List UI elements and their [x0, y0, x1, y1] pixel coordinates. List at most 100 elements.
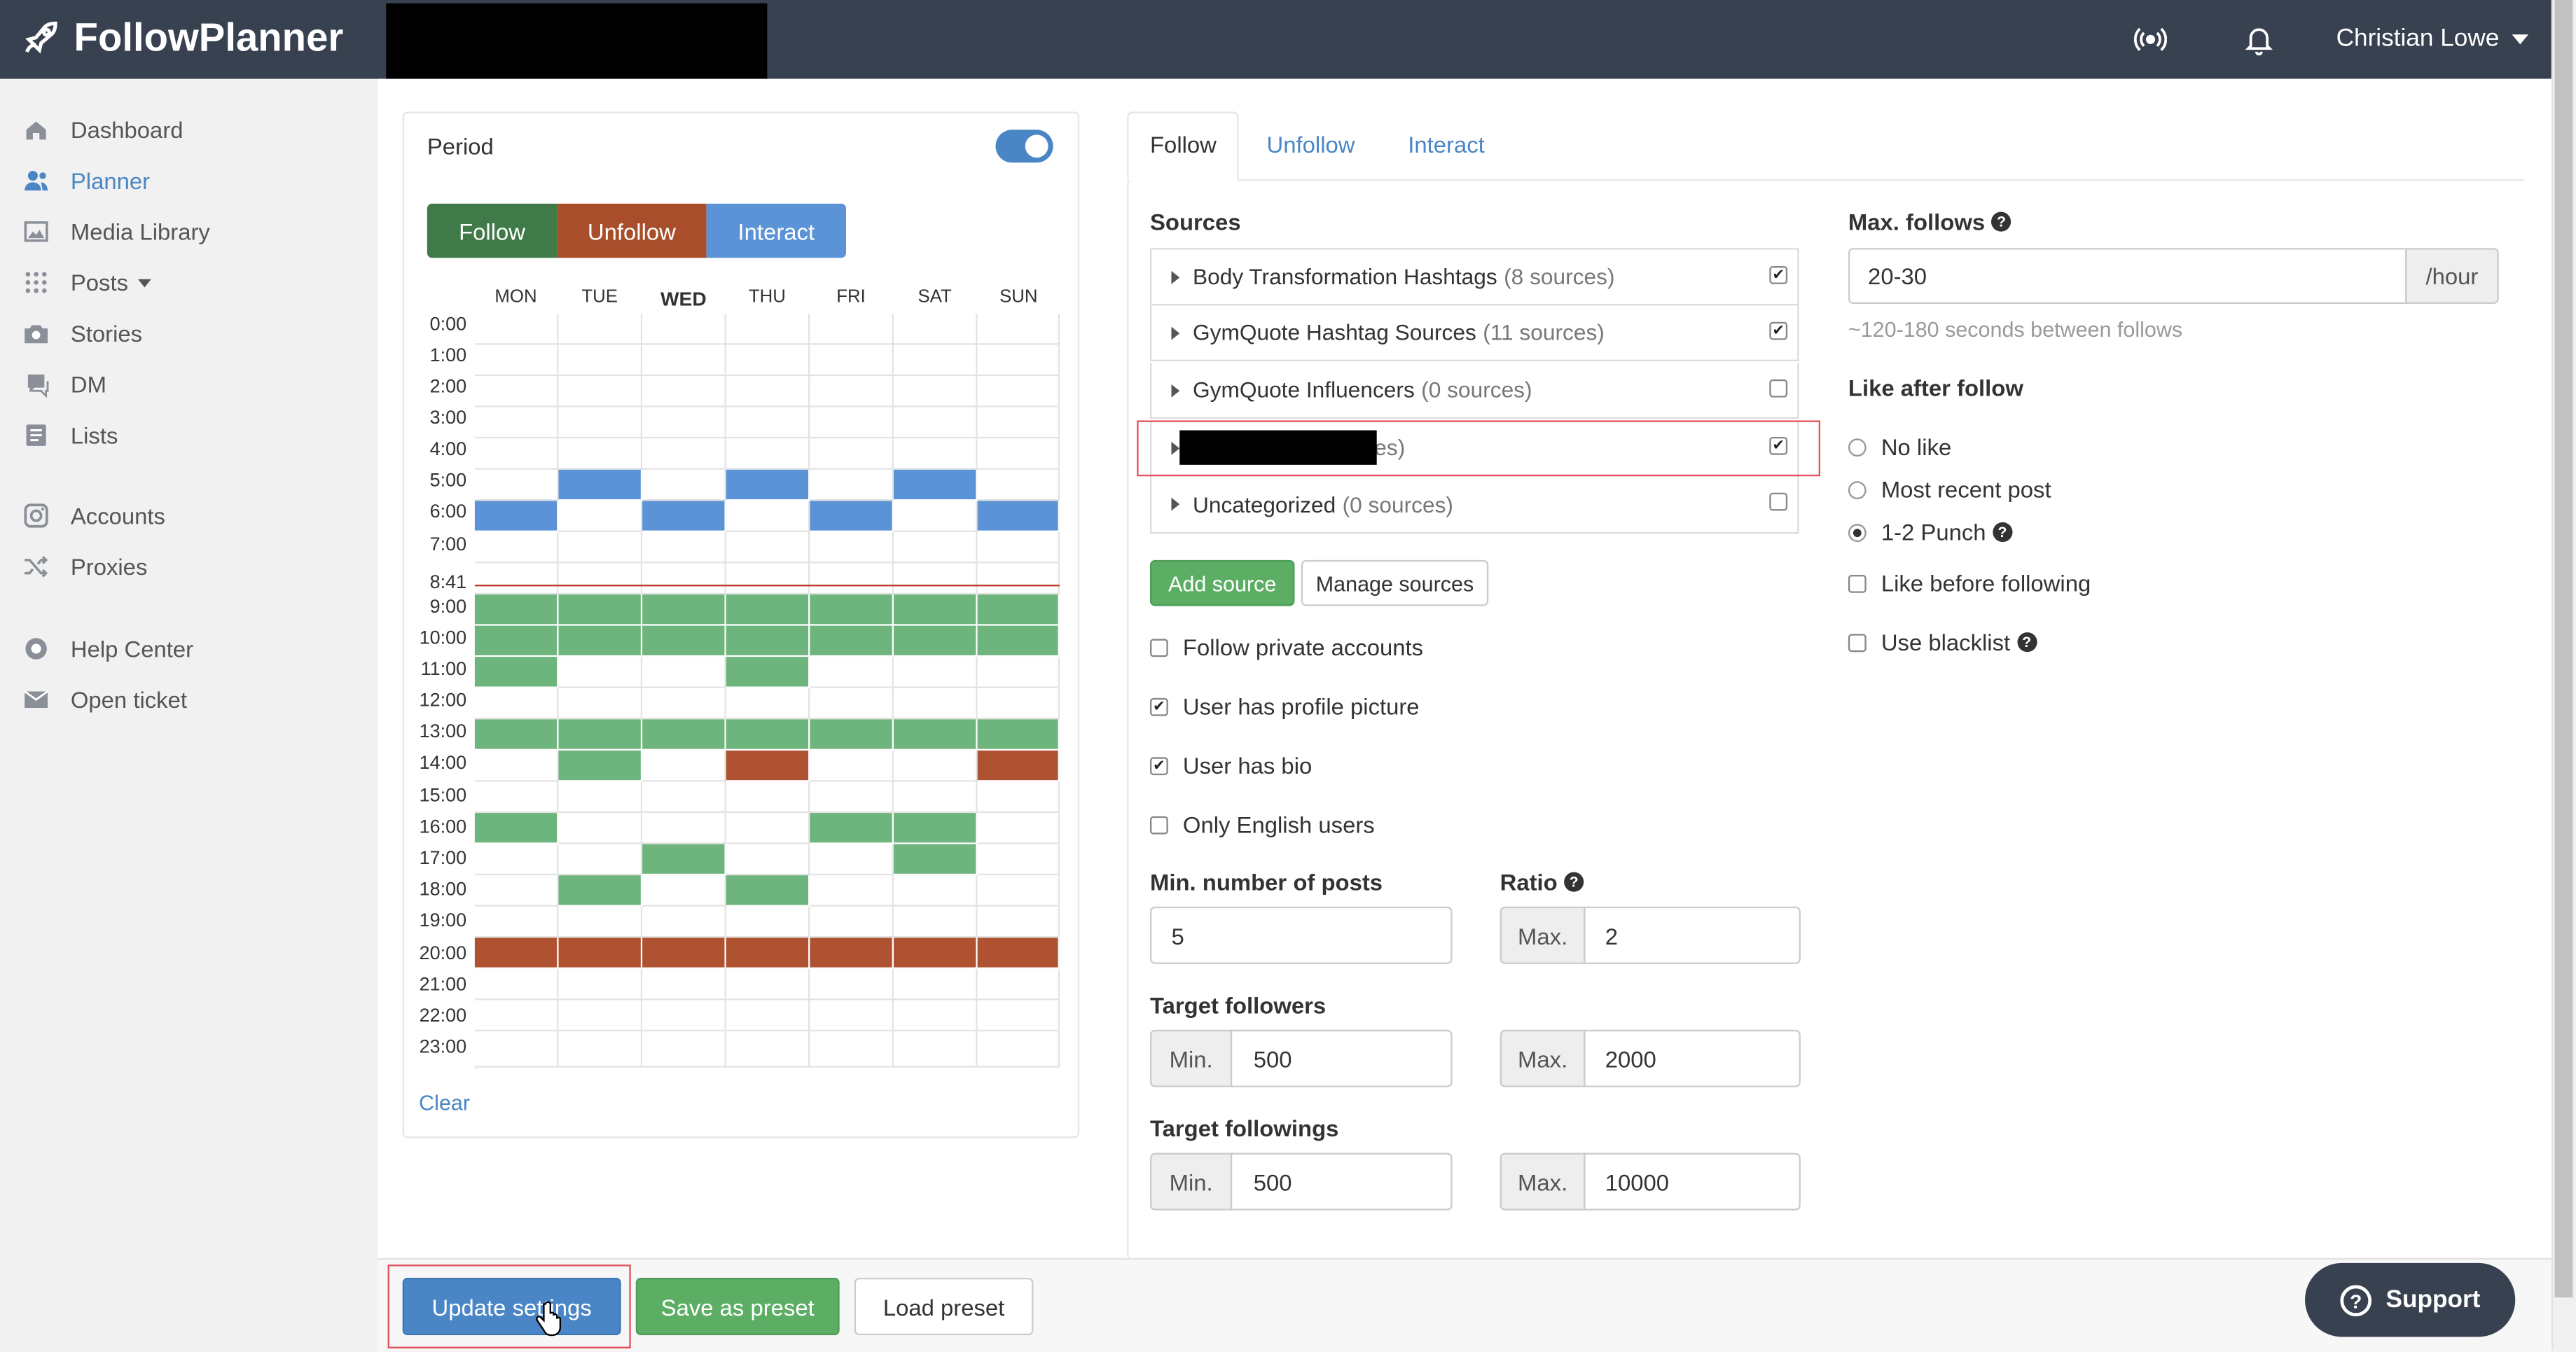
sidebar-item-dashboard[interactable]: Dashboard — [23, 113, 183, 146]
schedule-cell[interactable] — [894, 563, 978, 595]
schedule-cell[interactable] — [642, 875, 726, 907]
tab-interact[interactable]: Interact — [1408, 132, 1485, 158]
schedule-cell[interactable] — [642, 938, 726, 969]
schedule-cell[interactable] — [810, 875, 894, 907]
schedule-cell[interactable] — [726, 875, 810, 907]
schedule-cell[interactable] — [558, 501, 643, 533]
schedule-cell[interactable] — [558, 438, 643, 470]
period-toggle[interactable] — [995, 130, 1053, 163]
schedule-cell[interactable] — [558, 532, 643, 564]
schedule-cell[interactable] — [810, 438, 894, 470]
schedule-cell[interactable] — [558, 938, 643, 969]
radio-button[interactable] — [1848, 480, 1867, 499]
schedule-cell[interactable] — [474, 657, 559, 688]
schedule-cell[interactable] — [558, 407, 643, 439]
sidebar-item-dm[interactable]: DM — [23, 368, 106, 400]
scrollbar-thumb[interactable] — [2554, 0, 2573, 1298]
schedule-cell[interactable] — [558, 314, 643, 345]
schedule-cell[interactable] — [894, 875, 978, 907]
sidebar-item-accounts[interactable]: Accounts — [23, 499, 165, 532]
expand-triangle-icon[interactable] — [1171, 270, 1180, 284]
schedule-cell[interactable] — [977, 563, 1060, 595]
source-row[interactable]: Body Transformation Hashtags (8 sources) ✔ — [1149, 249, 1799, 306]
source-row[interactable]: GymQuote Influencers (0 sources) — [1149, 363, 1799, 419]
schedule-cell[interactable] — [726, 844, 810, 876]
checkbox[interactable] — [1149, 815, 1168, 834]
schedule-cell[interactable] — [977, 657, 1060, 688]
schedule-cell[interactable] — [894, 750, 978, 782]
help-icon[interactable]: ? — [1991, 211, 2011, 232]
schedule-cell[interactable] — [558, 906, 643, 938]
schedule-cell[interactable] — [642, 532, 726, 564]
schedule-cell[interactable] — [810, 844, 894, 876]
sidebar-item-lists[interactable]: Lists — [23, 419, 118, 452]
schedule-cell[interactable] — [642, 563, 726, 595]
sidebar-item-proxies[interactable]: Proxies — [23, 550, 148, 583]
schedule-cell[interactable] — [642, 469, 726, 501]
schedule-cell[interactable] — [810, 376, 894, 407]
expand-triangle-icon[interactable] — [1171, 497, 1180, 511]
followings-max-input[interactable]: 10000 — [1584, 1152, 1801, 1211]
schedule-cell[interactable] — [558, 875, 643, 907]
schedule-cell[interactable] — [894, 719, 978, 751]
schedule-cell[interactable] — [977, 469, 1060, 501]
sidebar-item-open-ticket[interactable]: Open ticket — [23, 683, 187, 716]
schedule-cell[interactable] — [726, 968, 810, 1001]
schedule-cell[interactable] — [642, 844, 726, 876]
followings-min-input[interactable]: 500 — [1230, 1152, 1453, 1211]
ratio-max-input[interactable]: 2 — [1584, 906, 1801, 964]
schedule-cell[interactable] — [810, 781, 894, 814]
schedule-cell[interactable] — [977, 314, 1060, 345]
schedule-cell[interactable] — [558, 625, 643, 657]
schedule-cell[interactable] — [977, 875, 1060, 907]
schedule-cell[interactable] — [894, 314, 978, 345]
schedule-cell[interactable] — [726, 594, 810, 626]
schedule-cell[interactable] — [558, 781, 643, 814]
schedule-cell[interactable] — [474, 469, 559, 501]
schedule-cell[interactable] — [474, 719, 559, 751]
schedule-cell[interactable] — [642, 1000, 726, 1032]
clear-link[interactable]: Clear — [419, 1091, 470, 1115]
schedule-cell[interactable] — [474, 844, 559, 876]
mode-interact-button[interactable]: Interact — [706, 203, 847, 258]
load-preset-button[interactable]: Load preset — [854, 1277, 1034, 1336]
schedule-cell[interactable] — [558, 968, 643, 1001]
checkbox[interactable]: ✔ — [1149, 697, 1168, 716]
schedule-cell[interactable] — [977, 906, 1060, 938]
schedule-cell[interactable] — [977, 781, 1060, 814]
sidebar-item-posts[interactable]: Posts — [23, 266, 151, 299]
app-logo[interactable]: FollowPlanner — [18, 13, 343, 66]
schedule-cell[interactable] — [977, 813, 1060, 844]
schedule-cell[interactable] — [810, 563, 894, 595]
schedule-cell[interactable] — [726, 1000, 810, 1032]
schedule-cell[interactable] — [726, 813, 810, 844]
followers-max-input[interactable]: 2000 — [1584, 1029, 1801, 1087]
schedule-cell[interactable] — [558, 844, 643, 876]
filter-checkbox-row[interactable]: ✔ User has profile picture — [1149, 693, 1420, 719]
schedule-cell[interactable] — [474, 1031, 559, 1068]
schedule-cell[interactable] — [642, 1031, 726, 1068]
schedule-cell[interactable] — [642, 781, 726, 814]
schedule-cell[interactable] — [726, 688, 810, 720]
schedule-cell[interactable] — [810, 1000, 894, 1032]
schedule-cell[interactable] — [474, 781, 559, 814]
schedule-cell[interactable] — [726, 719, 810, 751]
schedule-cell[interactable] — [977, 968, 1060, 1001]
schedule-cell[interactable] — [642, 376, 726, 407]
schedule-cell[interactable] — [894, 688, 978, 720]
tab-unfollow[interactable]: Unfollow — [1267, 132, 1355, 158]
schedule-cell[interactable] — [642, 968, 726, 1001]
schedule-cell[interactable] — [977, 501, 1060, 533]
save-as-preset-button[interactable]: Save as preset — [635, 1277, 840, 1336]
checkbox[interactable] — [1848, 573, 1867, 592]
schedule-cell[interactable] — [894, 906, 978, 938]
schedule-cell[interactable] — [810, 314, 894, 345]
schedule-cell[interactable] — [977, 376, 1060, 407]
schedule-cell[interactable] — [977, 438, 1060, 470]
schedule-cell[interactable] — [558, 1031, 643, 1068]
schedule-cell[interactable] — [894, 813, 978, 844]
schedule-cell[interactable] — [558, 750, 643, 782]
schedule-cell[interactable] — [474, 376, 559, 407]
add-source-button[interactable]: Add source — [1149, 559, 1295, 606]
schedule-cell[interactable] — [558, 1000, 643, 1032]
